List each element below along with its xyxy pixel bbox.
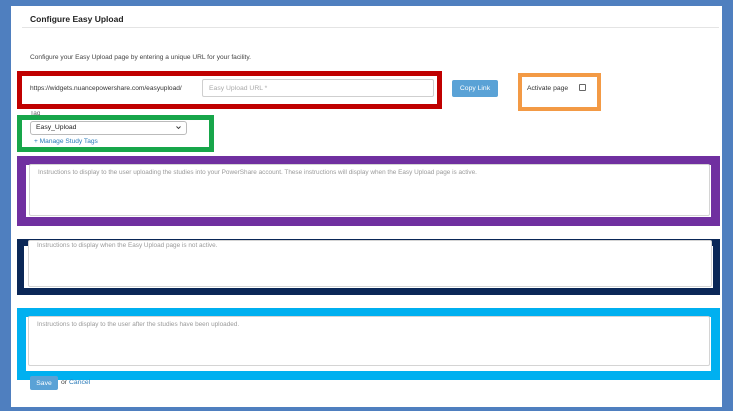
chevron-down-icon <box>176 126 181 130</box>
tag-label: Tag <box>30 111 41 116</box>
or-text: or <box>61 379 68 386</box>
manage-study-tags-link[interactable]: + Manage Study Tags <box>34 138 98 145</box>
activate-page-checkbox[interactable] <box>579 84 586 91</box>
cancel-link[interactable]: Cancel <box>69 379 90 386</box>
copy-link-button[interactable]: Copy Link <box>452 80 498 97</box>
url-prefix: https://widgets.nuancepowershare.com/eas… <box>30 85 182 92</box>
intro-text: Configure your Easy Upload page by enter… <box>30 54 252 61</box>
activate-highlight-box <box>518 73 601 111</box>
inactive-instructions-textarea[interactable] <box>28 240 712 287</box>
easy-upload-url-input[interactable] <box>202 79 434 97</box>
activate-page-label: Activate page <box>527 85 569 92</box>
panel-title: Configure Easy Upload <box>30 14 124 24</box>
save-button[interactable]: Save <box>30 376 58 390</box>
active-instructions-textarea[interactable] <box>29 164 710 216</box>
uploaded-instructions-textarea[interactable] <box>28 316 710 366</box>
title-divider <box>22 27 719 28</box>
tag-selected-value: Easy_Upload <box>36 124 77 131</box>
tag-select[interactable]: Easy_Upload <box>30 121 187 135</box>
